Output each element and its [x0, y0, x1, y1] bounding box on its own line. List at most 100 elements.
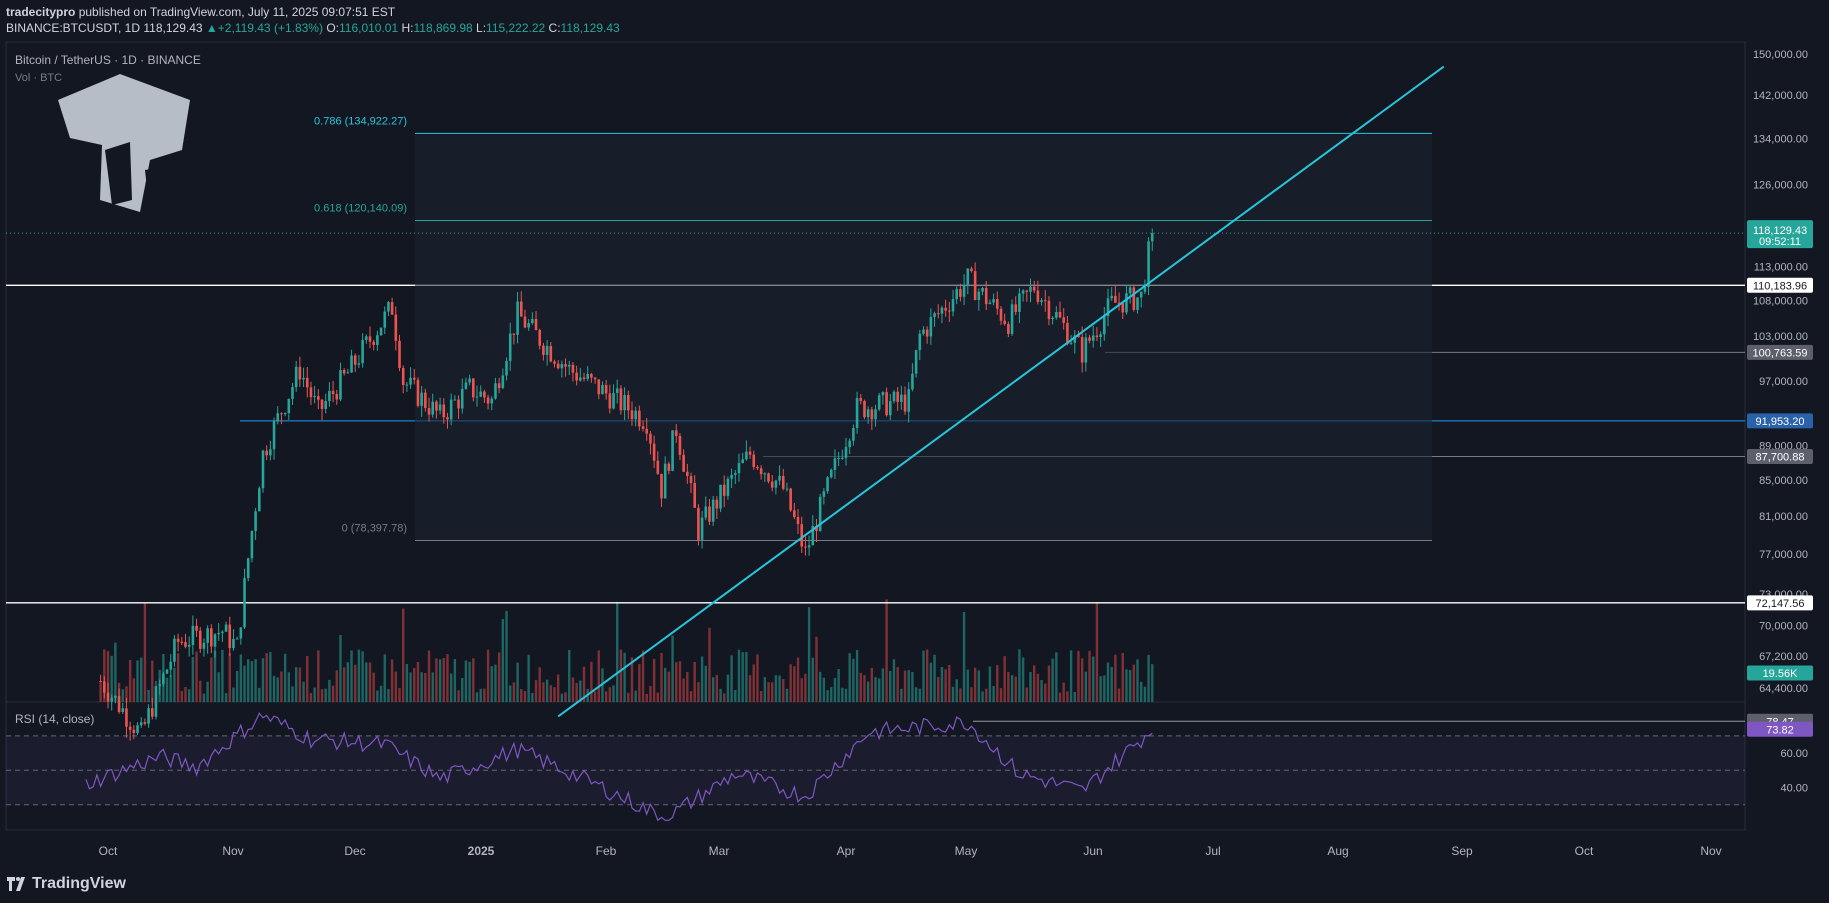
candle-body: [1147, 241, 1150, 287]
candle-body: [184, 642, 187, 647]
candle-body: [143, 722, 147, 724]
candle-body: [992, 299, 995, 303]
volume-bar: [176, 653, 180, 702]
candle-body: [117, 696, 121, 713]
candle-body: [210, 628, 213, 647]
volume-bar: [468, 661, 471, 702]
candle-body: [1003, 320, 1006, 324]
candle-body: [361, 339, 364, 364]
candle-body: [394, 314, 398, 341]
candle-body: [848, 440, 851, 448]
candle-body: [896, 391, 899, 402]
volume-label: Vol · BTC: [15, 72, 62, 84]
candle-body: [409, 377, 412, 385]
volume-bar: [420, 672, 423, 702]
volume-bar: [985, 688, 988, 702]
volume-bar: [918, 688, 921, 702]
volume-bar: [128, 660, 132, 702]
candle-body: [789, 488, 792, 511]
volume-bar: [217, 672, 220, 702]
volume-bar: [527, 654, 530, 702]
volume-bar: [966, 669, 969, 702]
volume-bar: [726, 674, 730, 702]
candle-body: [202, 642, 206, 649]
candle-body: [265, 450, 268, 456]
candle-body: [1139, 291, 1143, 298]
volume-bar: [1055, 652, 1058, 702]
candle-body: [291, 387, 294, 399]
time-tick: Feb: [596, 844, 617, 858]
candle-body: [320, 399, 324, 409]
candle-body: [99, 681, 102, 683]
candle-body: [350, 355, 353, 373]
volume-bar: [616, 601, 619, 702]
volume-bar: [627, 692, 630, 702]
candle-body: [582, 377, 586, 379]
candle-body: [412, 377, 416, 380]
volume-bar: [542, 682, 545, 702]
volume-bar: [346, 662, 350, 702]
volume-bar: [464, 660, 468, 702]
candle-body: [114, 696, 117, 698]
candle-body: [553, 361, 556, 364]
candle-body: [523, 316, 527, 328]
volume-bar: [652, 658, 656, 702]
volume-bar: [438, 659, 442, 702]
volume-bar: [283, 653, 287, 702]
time-axis[interactable]: Oct Nov Dec 2025 Feb Mar Apr May Jun Jul Aug Sep Oct…: [99, 844, 1722, 858]
price-axis[interactable]: 150,000.00 142,000.00 134,000.00 126,000.00…: [1747, 49, 1813, 795]
volume-bar: [320, 689, 324, 702]
fib-retracement[interactable]: 0.786 (134,922.27) 0.618 (120,140.09) 0 (7…: [314, 115, 1432, 542]
candle-body: [357, 363, 361, 365]
candle-body: [232, 638, 235, 649]
candle-body: [634, 410, 637, 420]
candle-body: [545, 346, 549, 355]
candle-body: [1069, 342, 1073, 344]
price-tick: 70,000.00: [1759, 620, 1808, 632]
candle-body: [479, 391, 482, 397]
candle-body: [874, 409, 877, 420]
volume-bar: [357, 649, 361, 702]
volume-bar: [210, 657, 213, 702]
rsi-tick: 40.00: [1780, 783, 1808, 795]
candle-body: [246, 558, 250, 579]
volume-bar: [686, 672, 689, 702]
candle-body: [774, 480, 778, 488]
candle-body: [948, 310, 951, 312]
candle-body: [977, 291, 981, 301]
candle-body: [243, 578, 246, 628]
candle-body: [1132, 287, 1136, 310]
volume-bar: [187, 689, 191, 702]
volume-bar: [1003, 656, 1006, 702]
volume-bar: [335, 670, 338, 702]
candle-body: [656, 460, 660, 474]
candle-body: [1062, 317, 1066, 323]
tradingview-logo[interactable]: TradingView: [7, 875, 126, 893]
volume-bar: [143, 602, 147, 702]
candle-body: [604, 384, 608, 394]
volume-bar: [914, 687, 918, 702]
candle-body: [686, 471, 689, 477]
volume-bar: [767, 682, 770, 702]
volume-bar: [1121, 653, 1124, 702]
volume-bar: [689, 691, 693, 702]
volume-bar: [442, 658, 445, 702]
volume-bar: [475, 692, 479, 702]
volume-bar: [597, 650, 600, 702]
volume-bar: [973, 667, 977, 702]
volume-bar: [250, 661, 254, 702]
candle-body: [472, 378, 475, 398]
volume-bar: [560, 693, 564, 702]
candle-body: [852, 427, 855, 441]
volume-bar: [497, 652, 501, 702]
volume-bar: [446, 654, 449, 702]
volume-bar: [239, 654, 243, 702]
volume-bar: [280, 671, 283, 702]
time-tick: Mar: [709, 844, 730, 858]
volume-bar: [922, 650, 925, 702]
candle-body: [660, 473, 663, 499]
volume-bar: [379, 685, 383, 702]
volume-bar: [955, 679, 958, 702]
volume-bar: [996, 665, 999, 702]
price-chart[interactable]: 0.786 (134,922.27) 0.618 (120,140.09) 0 (7…: [0, 0, 1829, 903]
